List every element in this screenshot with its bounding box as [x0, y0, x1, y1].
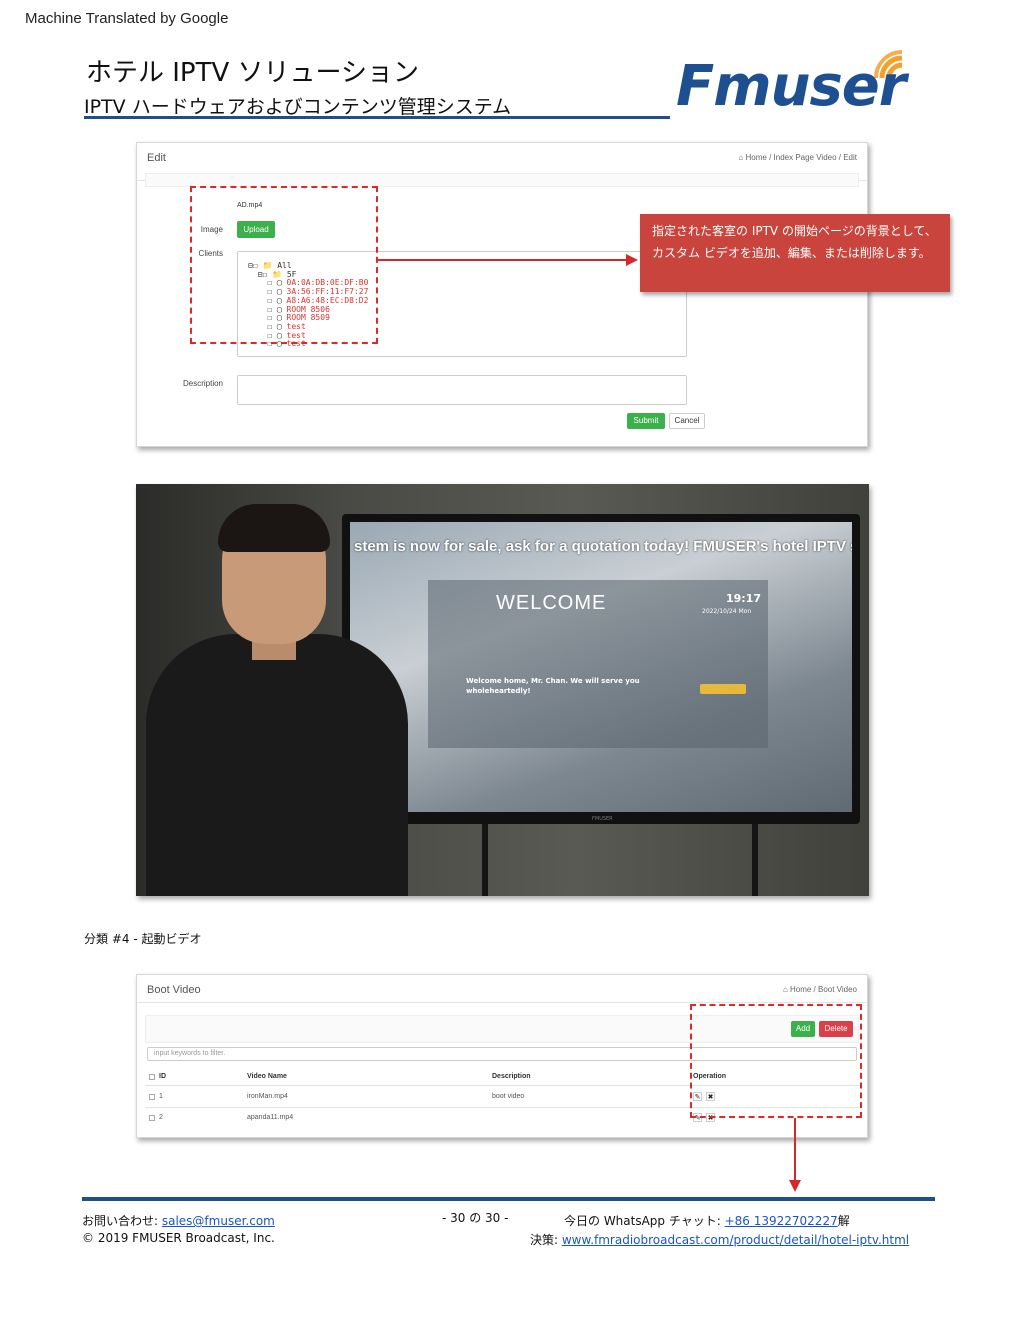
phone-suffix: 解	[837, 1214, 850, 1228]
page-number: - 30 の 30 -	[442, 1211, 509, 1225]
footer-rule	[82, 1197, 935, 1201]
row-1-checkbox[interactable]	[149, 1094, 155, 1100]
tv-stand-right	[752, 824, 758, 896]
submit-button[interactable]: Submit	[627, 413, 665, 429]
footer-contact: お問い合わせ: sales@fmuser.com	[82, 1212, 275, 1229]
title-underline	[84, 116, 670, 119]
edit-toolbar-strip	[145, 173, 859, 187]
whatsapp-label: 今日の WhatsApp チャット:	[564, 1214, 725, 1228]
welcome-title: WELCOME	[496, 592, 607, 614]
row-1-id: 1	[159, 1093, 163, 1100]
col-video-name[interactable]: Video Name	[247, 1073, 287, 1080]
cancel-button[interactable]: Cancel	[669, 413, 705, 429]
select-all-checkbox[interactable]	[149, 1074, 155, 1080]
callout-arrow-head-icon	[626, 254, 638, 266]
tv-set: stem is now for sale, ask for a quotatio…	[342, 514, 860, 824]
document-title: ホテル IPTV ソリューション	[86, 58, 420, 88]
boot-breadcrumb[interactable]: ⌂ Home / Boot Video	[783, 985, 857, 994]
footer-copyright: © 2019 FMUSER Broadcast, Inc.	[82, 1231, 275, 1245]
tv-demo-photo: stem is now for sale, ask for a quotatio…	[136, 484, 869, 896]
phone-link[interactable]: +86 13922702227	[725, 1214, 838, 1228]
row-1-name: ironMan.mp4	[247, 1093, 288, 1100]
tv-ticker: stem is now for sale, ask for a quotatio…	[354, 538, 852, 555]
edit-breadcrumb[interactable]: ⌂ Home / Index Page Video / Edit	[738, 153, 857, 162]
person-torso	[146, 634, 408, 896]
description-label: Description	[182, 379, 223, 388]
down-arrow-head-icon	[789, 1180, 801, 1192]
callout-arrow-line	[378, 259, 630, 261]
logo-wordmark: Fmuser	[676, 54, 906, 119]
boot-panel-title: Boot Video	[147, 984, 201, 996]
person-hair	[218, 504, 330, 552]
document-subtitle: IPTV ハードウェアおよびコンテンツ管理システム	[84, 96, 512, 118]
col-id[interactable]: ID	[159, 1073, 166, 1080]
tv-brand-label: FMUSER	[592, 816, 613, 822]
tv-screen: stem is now for sale, ask for a quotatio…	[350, 522, 852, 812]
welcome-panel: WELCOME 19:17 2022/10/24 Mon Welcome hom…	[428, 580, 768, 748]
tv-greeting: Welcome home, Mr. Chan. We will serve yo…	[466, 677, 640, 695]
callout-box: 指定された客室の IPTV の開始ページの背景として、カスタム ビデオを追加、編…	[640, 214, 950, 292]
tv-clock: 19:17	[726, 592, 762, 605]
row-1-description: boot video	[492, 1093, 525, 1100]
tv-enter-button	[700, 684, 746, 694]
url-link[interactable]: www.fmradiobroadcast.com/product/detail/…	[562, 1233, 909, 1247]
tv-date: 2022/10/24 Mon	[702, 608, 752, 615]
highlight-box-clients	[190, 186, 378, 344]
email-link[interactable]: sales@fmuser.com	[162, 1214, 275, 1228]
machine-translated-banner: Machine Translated by Google	[25, 10, 229, 27]
solution-label: 決策:	[530, 1233, 562, 1247]
fmuser-logo: Fmuser	[676, 48, 936, 128]
contact-label: お問い合わせ:	[82, 1214, 162, 1228]
down-arrow-line	[794, 1118, 796, 1184]
edit-panel-title: Edit	[147, 152, 166, 164]
description-textarea[interactable]	[237, 375, 687, 405]
section-caption: 分類 #4 - 起動ビデオ	[84, 932, 202, 946]
tv-stand-left	[482, 824, 488, 896]
row-2-id: 2	[159, 1114, 163, 1121]
row-2-checkbox[interactable]	[149, 1115, 155, 1121]
filter-placeholder: input keywords to filter.	[154, 1050, 226, 1057]
highlight-box-operations	[690, 1004, 862, 1118]
boot-panel-header: Boot Video ⌂ Home / Boot Video	[137, 975, 867, 1003]
footer-solution: 決策: www.fmradiobroadcast.com/product/det…	[530, 1231, 909, 1248]
row-2-name: apanda11.mp4	[247, 1114, 294, 1121]
footer-whatsapp: 今日の WhatsApp チャット: +86 13922702227解	[564, 1212, 850, 1229]
col-description[interactable]: Description	[492, 1073, 531, 1080]
